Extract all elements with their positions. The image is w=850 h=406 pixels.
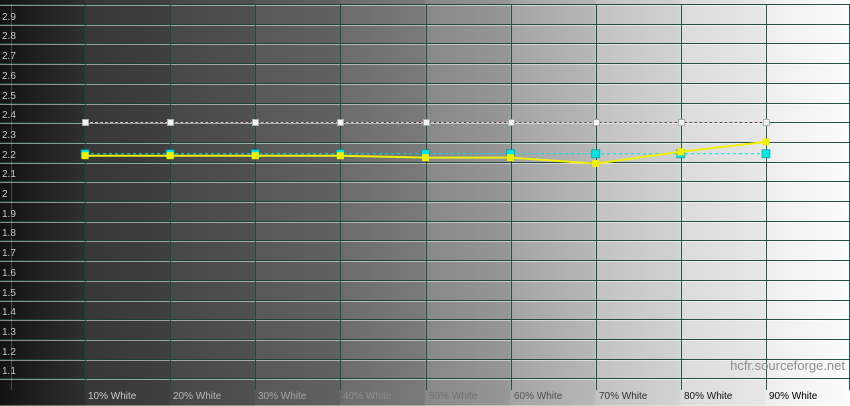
average-gamma-marker [762,150,770,158]
measured-gamma-marker [507,154,514,161]
measured-gamma-marker [167,152,174,159]
gamma-chart: 2.92.82.72.62.52.42.32.22.121.91.81.71.6… [0,0,850,406]
measured-gamma-marker [592,160,599,167]
measured-gamma-marker [677,148,684,155]
gamma-series-plot [0,0,850,406]
measured-gamma-marker [762,138,769,145]
measured-gamma-marker [337,152,344,159]
measured-gamma-marker [422,154,429,161]
hcfr-watermark: hcfr.sourceforge.net [730,359,845,373]
average-gamma-marker [592,150,600,158]
measured-gamma-marker [252,152,259,159]
measured-gamma-marker [82,152,89,159]
